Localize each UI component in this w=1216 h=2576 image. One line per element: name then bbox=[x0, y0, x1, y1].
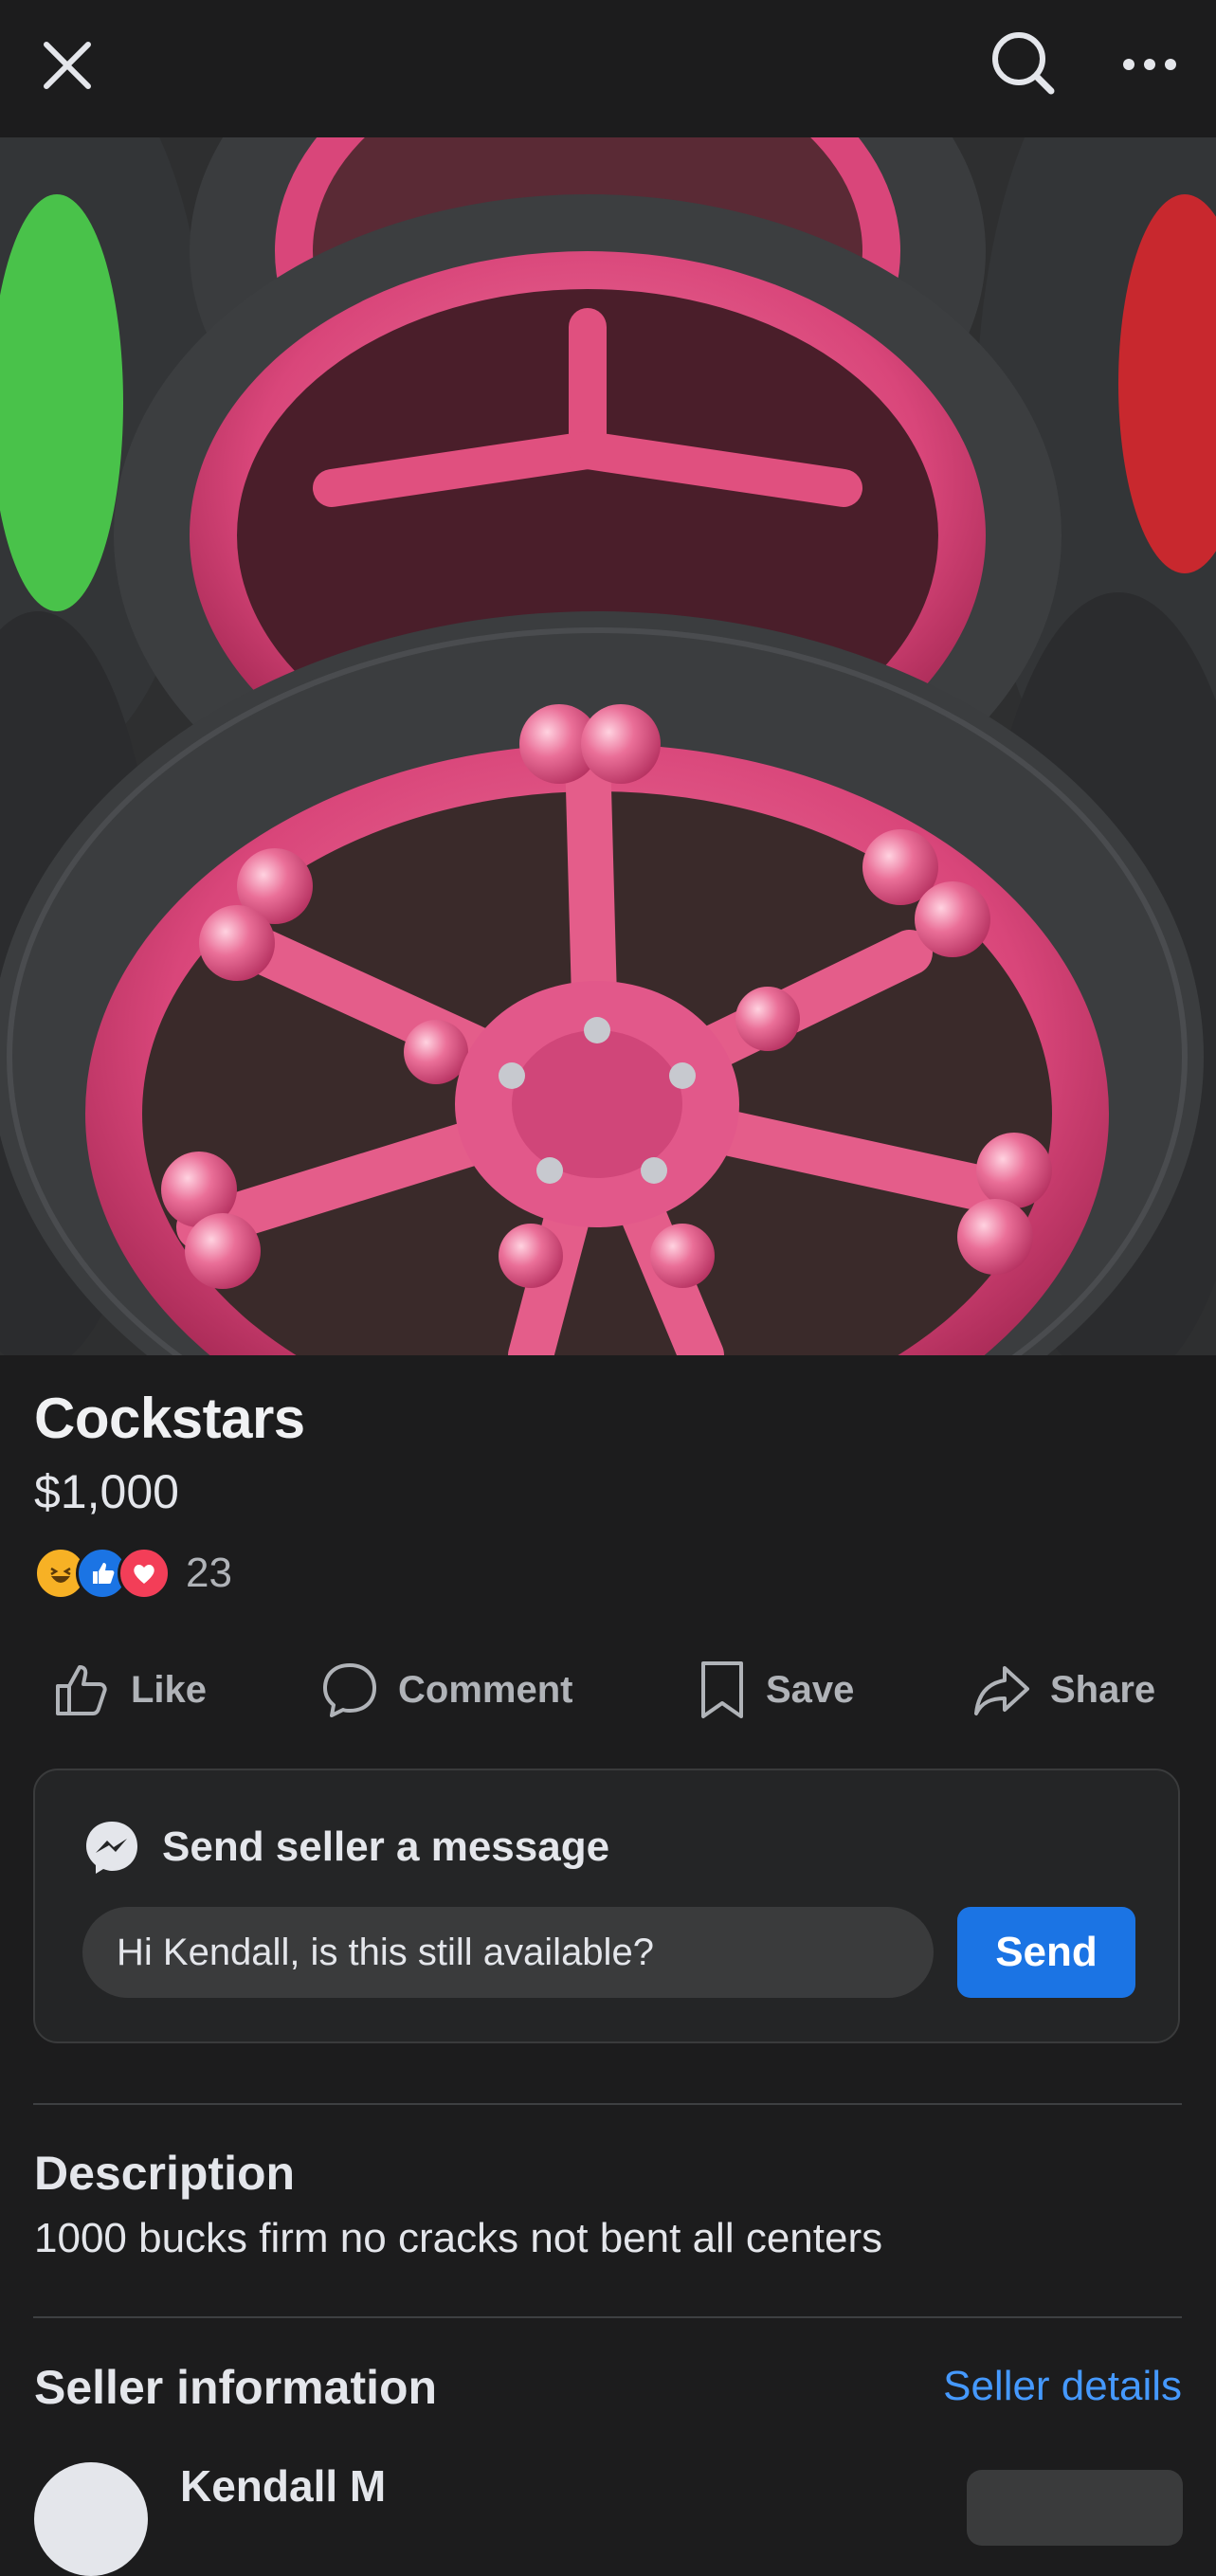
save-label: Save bbox=[766, 1668, 855, 1711]
share-label: Share bbox=[1050, 1668, 1156, 1711]
message-title-label: Send seller a message bbox=[162, 1823, 610, 1870]
reaction-count: 23 bbox=[186, 1550, 232, 1596]
comment-button[interactable]: Comment bbox=[320, 1647, 572, 1732]
seller-info-heading: Seller information bbox=[34, 2361, 438, 2414]
comment-label: Comment bbox=[398, 1668, 573, 1711]
message-card-title: Send seller a message bbox=[82, 1818, 609, 1877]
like-button[interactable]: Like bbox=[53, 1647, 207, 1732]
like-label: Like bbox=[131, 1668, 208, 1711]
love-heart-icon bbox=[118, 1547, 171, 1600]
messenger-icon bbox=[86, 1822, 137, 1874]
share-icon bbox=[974, 1666, 1029, 1715]
bookmark-icon bbox=[701, 1661, 743, 1718]
save-button[interactable]: Save bbox=[698, 1647, 854, 1732]
like-icon bbox=[56, 1665, 107, 1715]
reactions-summary[interactable]: 23 bbox=[34, 1545, 232, 1602]
seller-name[interactable]: Kendall M bbox=[180, 2460, 386, 2512]
search-icon[interactable] bbox=[981, 21, 1064, 104]
message-input[interactable] bbox=[82, 1907, 934, 1998]
action-bar: Like Comment Save Share bbox=[0, 1647, 1216, 1732]
seller-details-link[interactable]: Seller details bbox=[943, 2363, 1182, 2410]
share-button[interactable]: Share bbox=[972, 1647, 1155, 1732]
listing-photo[interactable] bbox=[0, 137, 1216, 1355]
close-icon[interactable] bbox=[28, 27, 106, 104]
top-bar bbox=[0, 0, 1216, 137]
send-button[interactable]: Send bbox=[957, 1907, 1135, 1998]
description-text: 1000 bucks firm no cracks not bent all c… bbox=[34, 2215, 883, 2261]
comment-icon bbox=[323, 1663, 376, 1717]
divider bbox=[33, 2103, 1182, 2105]
message-seller-card: Send seller a message Send bbox=[33, 1769, 1180, 2043]
listing-title: Cockstars bbox=[34, 1387, 305, 1450]
divider bbox=[33, 2316, 1182, 2318]
listing-price: $1,000 bbox=[34, 1465, 179, 1518]
description-heading: Description bbox=[34, 2147, 296, 2200]
seller-action-button[interactable] bbox=[967, 2470, 1183, 2546]
more-options-icon[interactable] bbox=[1109, 27, 1189, 102]
seller-avatar[interactable] bbox=[34, 2462, 148, 2576]
